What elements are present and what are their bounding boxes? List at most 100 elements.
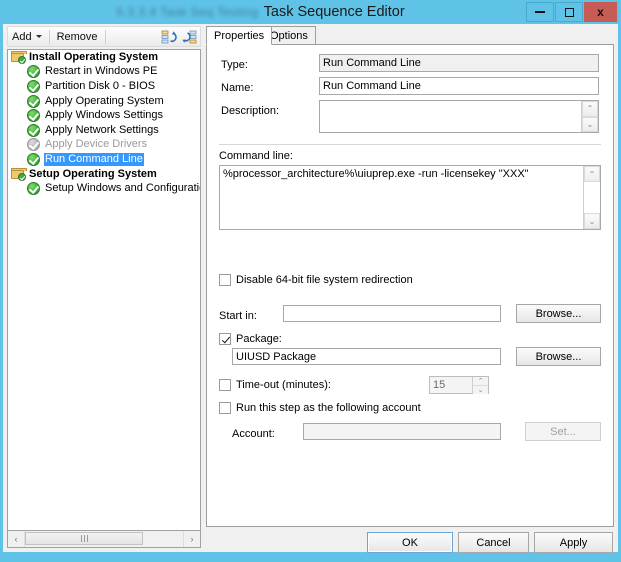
tree-item-label: Partition Disk 0 - BIOS	[45, 79, 156, 92]
description-value[interactable]	[320, 101, 581, 132]
name-label: Name:	[221, 82, 254, 94]
run-as-account-checkbox[interactable]: Run this step as the following account	[219, 402, 421, 414]
tree-item-label: Setup Windows and Configuration	[45, 182, 201, 195]
green-check-icon	[27, 79, 40, 93]
scroll-up-arrow-icon[interactable]: ⌃	[582, 101, 598, 117]
window-title: 5.3.3.4 Task Seq Testing Task Sequence E…	[0, 0, 521, 24]
green-check-icon	[27, 109, 40, 123]
cancel-button[interactable]: Cancel	[458, 532, 529, 553]
tree-item[interactable]: Run Command Line	[8, 152, 200, 167]
tree-item-label: Install Operating System	[29, 50, 158, 63]
timeout-label: Time-out (minutes):	[236, 379, 331, 391]
remove-button-label: Remove	[56, 30, 98, 43]
folder-checked-icon	[11, 168, 27, 182]
package-browse-button[interactable]: Browse...	[516, 347, 601, 366]
tree-item[interactable]: Partition Disk 0 - BIOS	[8, 79, 200, 94]
checkbox-box[interactable]	[219, 402, 231, 414]
chevron-down-icon	[35, 35, 42, 38]
account-set-button: Set...	[525, 422, 601, 441]
minimize-button[interactable]	[526, 2, 554, 22]
ok-button[interactable]: OK	[367, 532, 453, 553]
client-area: Add Remove Install Operating System Rest…	[3, 24, 618, 553]
checkbox-box[interactable]	[219, 379, 231, 391]
apply-button[interactable]: Apply	[534, 532, 613, 553]
start-in-browse-button[interactable]: Browse...	[516, 304, 601, 323]
tree-item-label: Restart in Windows PE	[45, 65, 158, 78]
description-scrollbar[interactable]: ⌃ ⌄	[581, 101, 598, 132]
tree-item[interactable]: Apply Windows Settings	[8, 108, 200, 123]
tree-item[interactable]: Restart in Windows PE	[8, 65, 200, 80]
account-input	[303, 423, 501, 440]
scroll-down-arrow-icon[interactable]: ⌄	[582, 116, 598, 132]
command-line-textarea[interactable]: %processor_architecture%\uiuprep.exe -ru…	[219, 165, 601, 230]
checkbox-box[interactable]	[219, 333, 231, 345]
move-down-icon[interactable]	[180, 28, 198, 46]
package-input[interactable]: UIUSD Package	[232, 348, 501, 365]
disable-redirection-label: Disable 64-bit file system redirection	[236, 274, 413, 286]
scroll-down-arrow-icon[interactable]: ⌄	[584, 213, 600, 229]
close-button[interactable]: x	[584, 2, 617, 22]
properties-tab-page: Type: Run Command Line Name: Run Command…	[206, 44, 614, 527]
command-line-label: Command line:	[219, 150, 293, 162]
maximize-icon	[564, 7, 574, 17]
timeout-stepper[interactable]: 15 ⌃ ⌄	[429, 376, 489, 394]
minimize-icon	[535, 11, 545, 13]
tree-item[interactable]: Setup Operating System	[8, 167, 200, 182]
tree-item[interactable]: Apply Device Drivers	[8, 138, 200, 153]
tree-item-label: Setup Operating System	[29, 167, 157, 180]
tree-item-label: Run Command Line	[44, 152, 144, 166]
maximize-button[interactable]	[555, 2, 583, 22]
folder-checked-icon	[11, 51, 27, 65]
tab-strip: Properties Options	[206, 26, 614, 45]
add-button[interactable]: Add	[8, 27, 46, 46]
remove-button[interactable]: Remove	[53, 27, 102, 46]
task-sequence-editor-window: 5.3.3.4 Task Seq Testing Task Sequence E…	[0, 0, 621, 562]
tree-item-label: Apply Operating System	[45, 94, 164, 107]
disable-redirection-checkbox[interactable]: Disable 64-bit file system redirection	[219, 274, 413, 286]
start-in-input[interactable]	[283, 305, 501, 322]
toolbar-divider	[104, 29, 106, 44]
green-check-icon	[27, 152, 40, 166]
package-label: Package:	[236, 333, 282, 345]
stepper-down-icon[interactable]: ⌄	[473, 386, 488, 394]
checkbox-box[interactable]	[219, 274, 231, 286]
tree-item[interactable]: Apply Operating System	[8, 94, 200, 109]
tree-item[interactable]: Setup Windows and Configuration	[8, 181, 200, 196]
tree-item-label: Apply Windows Settings	[45, 109, 163, 122]
dialog-footer: OK Cancel Apply	[3, 527, 618, 553]
command-line-value[interactable]: %processor_architecture%\uiuprep.exe -ru…	[220, 166, 583, 229]
stepper-up-icon[interactable]: ⌃	[473, 377, 488, 386]
name-input[interactable]: Run Command Line	[319, 77, 599, 95]
title-bar[interactable]: 5.3.3.4 Task Seq Testing Task Sequence E…	[0, 0, 621, 24]
description-textarea[interactable]: ⌃ ⌄	[319, 100, 599, 133]
tree-item-label: Apply Device Drivers	[45, 138, 148, 151]
move-up-icon[interactable]	[160, 28, 178, 46]
scroll-up-arrow-icon[interactable]: ⌃	[584, 166, 600, 182]
type-label: Type:	[221, 59, 248, 71]
stepper-buttons[interactable]: ⌃ ⌄	[472, 377, 488, 394]
account-label: Account:	[232, 428, 275, 440]
green-check-icon	[27, 65, 40, 79]
tree-toolbar: Add Remove	[7, 26, 201, 47]
start-in-label: Start in:	[219, 310, 257, 322]
timeout-checkbox[interactable]: Time-out (minutes):	[219, 379, 331, 391]
description-label: Description:	[221, 105, 280, 117]
tree-item-label: Apply Network Settings	[45, 123, 159, 136]
green-check-icon	[27, 182, 40, 196]
task-sequence-tree[interactable]: Install Operating System Restart in Windo…	[7, 49, 201, 531]
command-line-scrollbar[interactable]: ⌃ ⌄	[583, 166, 600, 229]
tab-properties[interactable]: Properties	[206, 26, 273, 45]
page-title: Task Sequence Editor	[263, 4, 405, 20]
green-check-icon	[27, 123, 40, 137]
tree-item[interactable]: Install Operating System	[8, 50, 200, 65]
toolbar-divider	[48, 29, 50, 44]
section-divider	[219, 144, 601, 145]
tree-item[interactable]: Apply Network Settings	[8, 123, 200, 138]
green-check-icon	[27, 94, 40, 108]
scrollbar-track[interactable]	[584, 182, 600, 213]
package-checkbox[interactable]: Package:	[219, 333, 282, 345]
timeout-value[interactable]: 15	[430, 377, 472, 393]
title-redacted-prefix: 5.3.3.4 Task Seq Testing	[116, 5, 259, 19]
run-as-account-label: Run this step as the following account	[236, 402, 421, 414]
close-icon: x	[597, 5, 604, 19]
